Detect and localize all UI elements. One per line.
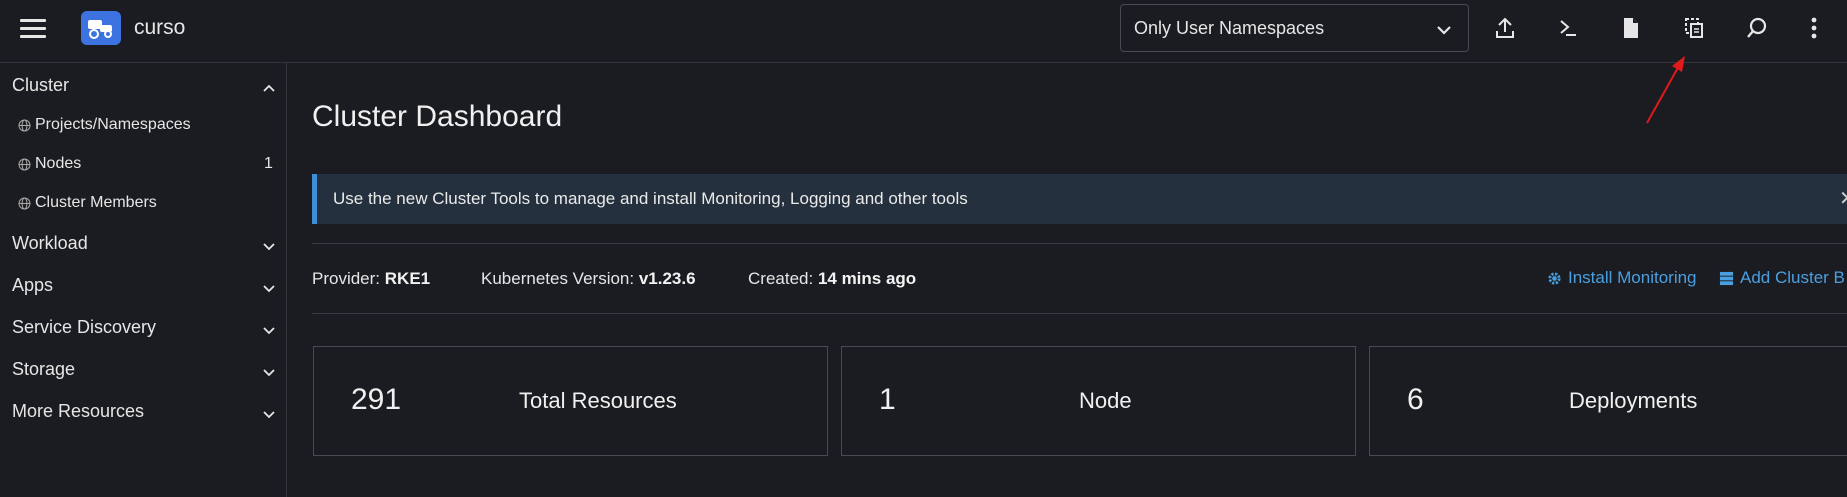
- add-cluster-badge-label: Add Cluster B: [1740, 268, 1845, 287]
- sidebar-item-nodes[interactable]: Nodes: [18, 155, 81, 173]
- chevron-down-icon[interactable]: [262, 283, 276, 293]
- provider-label: Provider:: [312, 269, 381, 288]
- sidebar-group-cluster[interactable]: Cluster: [12, 75, 69, 96]
- shell-icon[interactable]: [1556, 16, 1580, 40]
- deployments-card[interactable]: 6 Deployments: [1369, 346, 1847, 456]
- namespace-filter-select[interactable]: Only User Namespaces: [1120, 4, 1469, 52]
- kubernetes-version-label: Kubernetes Version:: [481, 269, 635, 288]
- divider: [312, 313, 1847, 314]
- provider-info: Provider: RKE1: [312, 269, 430, 289]
- search-icon[interactable]: [1745, 16, 1769, 40]
- cluster-tools-banner: Use the new Cluster Tools to manage and …: [312, 174, 1847, 224]
- copy-kubeconfig-icon[interactable]: [1682, 16, 1706, 40]
- chevron-down-icon: [1436, 20, 1452, 41]
- top-bar: curso Only User Namespaces: [0, 0, 1847, 63]
- sidebar-item-label: Projects/Namespaces: [35, 116, 191, 133]
- gear-icon: [1548, 271, 1561, 285]
- namespace-filter-value: Only User Namespaces: [1134, 17, 1325, 38]
- globe-icon: [18, 119, 31, 131]
- chevron-down-icon[interactable]: [262, 367, 276, 377]
- chevron-down-icon[interactable]: [262, 325, 276, 335]
- banner-text: Use the new Cluster Tools to manage and …: [333, 189, 968, 208]
- file-icon[interactable]: [1619, 16, 1643, 40]
- node-card[interactable]: 1 Node: [841, 346, 1356, 456]
- upload-icon[interactable]: [1493, 16, 1517, 40]
- created-info: Created: 14 mins ago: [748, 269, 916, 289]
- card-value: 6: [1407, 383, 1424, 416]
- annotation-arrow: [1646, 56, 1685, 124]
- banner-close-icon[interactable]: ✕: [1839, 186, 1847, 211]
- kubernetes-version-value: v1.23.6: [638, 269, 696, 288]
- sidebar: Cluster Projects/Namespaces Nodes 1 Clus…: [0, 63, 287, 497]
- sidebar-item-projects-namespaces[interactable]: Projects/Namespaces: [18, 116, 191, 134]
- chevron-down-icon[interactable]: [262, 241, 276, 251]
- menu-icon[interactable]: [20, 19, 46, 41]
- card-label: Total Resources: [519, 388, 677, 413]
- sidebar-group-storage[interactable]: Storage: [12, 359, 75, 380]
- server-icon: [1719, 271, 1734, 285]
- sidebar-group-workload[interactable]: Workload: [12, 233, 88, 254]
- install-monitoring-link[interactable]: Install Monitoring: [1547, 268, 1697, 288]
- more-icon[interactable]: [1802, 16, 1826, 40]
- created-label: Created:: [748, 269, 814, 288]
- provider-value: RKE1: [384, 269, 431, 288]
- cluster-logo-icon: [81, 11, 121, 45]
- divider: [312, 243, 1847, 244]
- sidebar-item-label: Cluster Members: [35, 194, 157, 211]
- cluster-name: curso: [134, 16, 186, 39]
- chevron-up-icon[interactable]: [262, 83, 276, 93]
- sidebar-group-apps[interactable]: Apps: [12, 275, 53, 296]
- kubernetes-version-info: Kubernetes Version: v1.23.6: [481, 269, 696, 289]
- globe-icon: [18, 197, 31, 209]
- card-label: Deployments: [1569, 388, 1698, 413]
- install-monitoring-label: Install Monitoring: [1568, 268, 1697, 287]
- card-value: 1: [879, 383, 896, 416]
- total-resources-card[interactable]: 291 Total Resources: [313, 346, 828, 456]
- card-value: 291: [351, 383, 402, 416]
- sidebar-item-label: Nodes: [35, 155, 82, 172]
- page-title: Cluster Dashboard: [312, 100, 563, 133]
- created-value: 14 mins ago: [817, 269, 917, 288]
- sidebar-group-service-discovery[interactable]: Service Discovery: [12, 317, 156, 338]
- globe-icon: [18, 158, 31, 170]
- main-content: Cluster Dashboard Use the new Cluster To…: [288, 63, 1847, 497]
- nodes-count-badge: 1: [264, 155, 273, 172]
- card-label: Node: [1079, 388, 1132, 413]
- sidebar-item-cluster-members[interactable]: Cluster Members: [18, 194, 157, 212]
- add-cluster-badge-link[interactable]: Add Cluster B: [1719, 268, 1845, 288]
- chevron-down-icon[interactable]: [262, 409, 276, 419]
- sidebar-group-more-resources[interactable]: More Resources: [12, 401, 144, 422]
